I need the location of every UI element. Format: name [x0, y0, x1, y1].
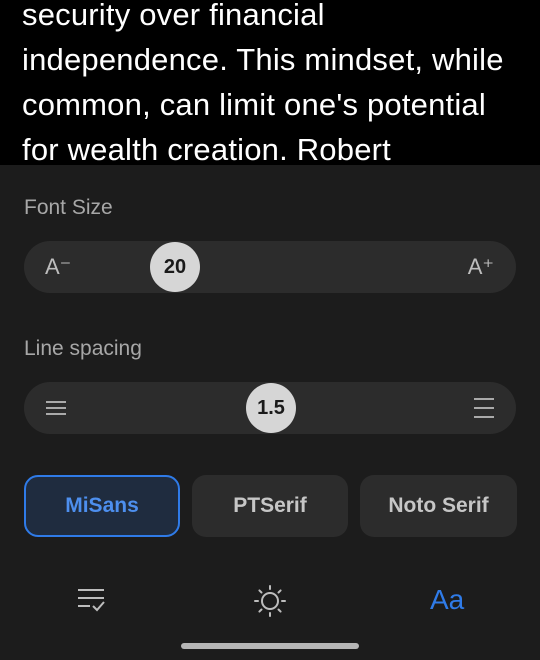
reader-content[interactable]: security over financial independence. Th… [0, 0, 540, 165]
font-size-slider[interactable]: A⁻ 20 A⁺ [24, 241, 516, 293]
text-settings-icon[interactable]: Aa [430, 583, 464, 617]
home-indicator[interactable] [181, 643, 359, 649]
line-spacing-slider[interactable]: 1.5 [24, 382, 516, 434]
text-settings-label: Aa [430, 584, 465, 615]
reading-settings-panel: Font Size A⁻ 20 A⁺ Line spacing 1.5 MiSa… [0, 165, 540, 660]
increase-line-spacing-icon[interactable] [474, 397, 494, 424]
font-option-misans[interactable]: MiSans [24, 475, 180, 537]
reader-line: independence. This mindset, while [22, 42, 504, 77]
font-size-thumb[interactable]: 20 [150, 242, 200, 292]
table-of-contents-icon[interactable] [76, 585, 106, 620]
reader-text: security over financial independence. Th… [22, 0, 522, 165]
line-spacing-label: Line spacing [24, 337, 142, 360]
decrease-line-spacing-icon[interactable] [46, 400, 66, 421]
font-option-ptserif[interactable]: PTSerif [192, 475, 348, 537]
font-size-label: Font Size [24, 196, 113, 219]
decrease-font-size-icon[interactable]: A⁻ [45, 241, 71, 293]
increase-font-size-icon[interactable]: A⁺ [468, 241, 494, 293]
reader-line: for wealth creation. Robert [22, 132, 391, 165]
reader-line: common, can limit one's potential [22, 87, 486, 122]
font-option-noto-serif[interactable]: Noto Serif [360, 475, 517, 537]
line-spacing-thumb[interactable]: 1.5 [246, 383, 296, 433]
brightness-icon[interactable] [254, 585, 286, 622]
reader-line: security over financial [22, 0, 325, 32]
